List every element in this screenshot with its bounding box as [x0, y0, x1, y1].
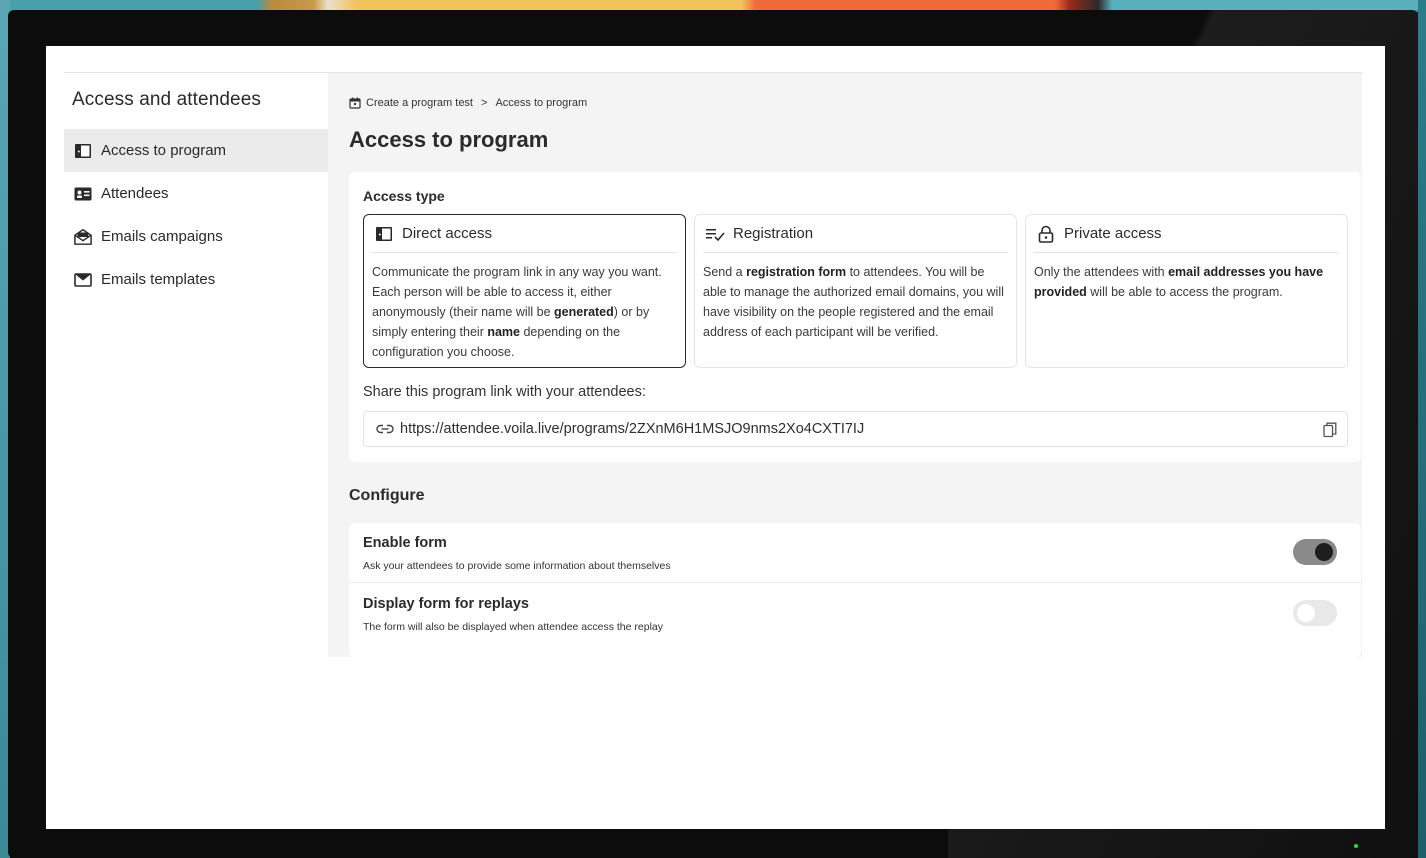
option-header: Registration — [703, 215, 1008, 253]
option-description: Communicate the program link in any way … — [372, 265, 662, 359]
door-icon — [74, 142, 92, 160]
sidebar-nav: Access to program Attendees Emails campa… — [64, 129, 328, 301]
sidebar-item-emails-campaigns[interactable]: Emails campaigns — [64, 215, 328, 258]
option-title: Direct access — [402, 225, 493, 242]
option-title: Private access — [1064, 225, 1162, 242]
calendar-icon — [349, 97, 361, 109]
sidebar-item-label: Emails campaigns — [101, 228, 223, 245]
access-option-registration[interactable]: Registration Send a registration form to… — [694, 214, 1017, 368]
breadcrumb-parent-link[interactable]: Create a program test — [366, 97, 473, 109]
program-link-field[interactable]: https://attendee.voila.live/programs/2ZX… — [363, 411, 1348, 447]
option-header: Direct access — [372, 215, 677, 253]
main-content: Create a program test > Access to progra… — [328, 73, 1362, 657]
link-icon — [376, 422, 394, 436]
door-icon — [374, 225, 394, 243]
config-row-enable-form: Enable form Ask your attendees to provid… — [349, 523, 1361, 583]
sidebar-item-label: Attendees — [101, 185, 169, 202]
copy-icon[interactable] — [1323, 422, 1337, 438]
config-title: Enable form — [363, 535, 447, 551]
breadcrumb-separator: > — [481, 97, 488, 109]
access-type-label: Access type — [363, 188, 445, 204]
config-title: Display form for replays — [363, 596, 529, 612]
option-description: Send a registration form to attendees. Y… — [703, 265, 1004, 339]
sidebar-item-emails-templates[interactable]: Emails templates — [64, 258, 328, 301]
toggle-knob — [1297, 604, 1315, 622]
configure-card: Enable form Ask your attendees to provid… — [349, 523, 1361, 657]
option-title: Registration — [733, 225, 814, 242]
breadcrumb: Create a program test > Access to progra… — [349, 97, 587, 109]
breadcrumb-current: Access to program — [495, 97, 588, 109]
wall-right — [1418, 0, 1426, 858]
access-option-direct[interactable]: Direct access Communicate the program li… — [363, 214, 686, 368]
envelope-open-icon — [74, 228, 92, 246]
app-screen: Access and attendees Access to program A… — [46, 46, 1385, 829]
page-title: Access to program — [349, 127, 549, 152]
id-card-icon — [74, 185, 92, 203]
access-card: Access type Direct access Communicate th… — [349, 172, 1361, 462]
option-header: Private access — [1034, 215, 1339, 253]
list-check-icon — [705, 225, 725, 243]
sidebar-item-label: Access to program — [101, 142, 227, 159]
power-led-icon — [1354, 844, 1358, 848]
sidebar-title: Access and attendees — [72, 89, 261, 110]
option-description: Only the attendees with email addresses … — [1034, 265, 1324, 299]
sidebar: Access and attendees Access to program A… — [64, 73, 328, 657]
lock-icon — [1036, 225, 1056, 243]
sidebar-item-label: Emails templates — [101, 271, 216, 288]
config-description: Ask your attendees to provide some infor… — [363, 560, 671, 572]
display-form-replays-toggle[interactable] — [1293, 600, 1337, 626]
configure-title: Configure — [349, 487, 425, 504]
toggle-knob — [1315, 543, 1333, 561]
config-description: The form will also be displayed when att… — [363, 621, 663, 633]
sidebar-item-access-to-program[interactable]: Access to program — [64, 129, 328, 172]
config-row-display-form-replays: Display form for replays The form will a… — [349, 584, 1361, 644]
sidebar-item-attendees[interactable]: Attendees — [64, 172, 328, 215]
program-link-text: https://attendee.voila.live/programs/2ZX… — [400, 421, 865, 437]
access-option-private[interactable]: Private access Only the attendees with e… — [1025, 214, 1348, 368]
access-type-options: Direct access Communicate the program li… — [363, 214, 1348, 368]
envelope-icon — [74, 271, 92, 289]
share-link-label: Share this program link with your attend… — [363, 384, 646, 400]
enable-form-toggle[interactable] — [1293, 539, 1337, 565]
